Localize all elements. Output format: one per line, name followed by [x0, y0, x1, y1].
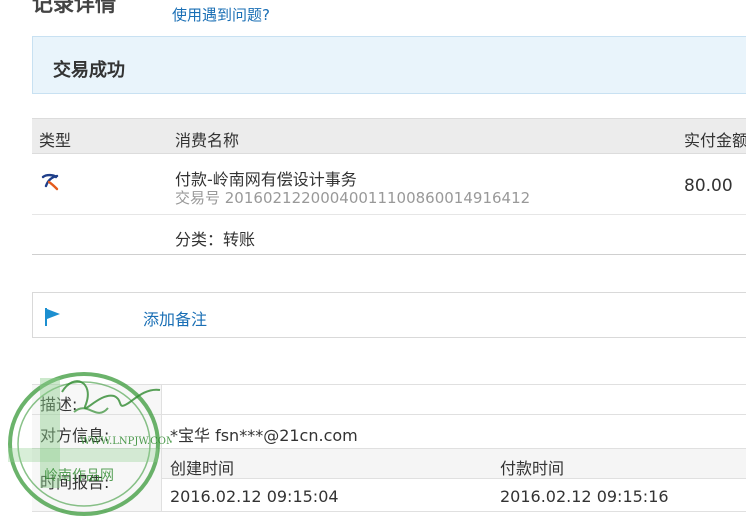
column-amount: 实付金额 — [684, 131, 746, 150]
time-label: 时间报告: — [40, 473, 110, 492]
status-banner: 交易成功 — [32, 36, 746, 94]
column-name: 消费名称 — [175, 131, 240, 150]
created-time-value: 2016.02.12 09:15:04 — [170, 487, 339, 506]
flag-icon — [43, 306, 63, 328]
column-type: 类型 — [39, 131, 72, 150]
created-time-label: 创建时间 — [170, 459, 235, 478]
time-row: 时间报告: 创建时间 付款时间 2016.02.12 09:15:04 2016… — [32, 449, 746, 512]
info-table: 描述: 对方信息: *宝华 fsn***@21cn.com 时间报告: 创建时间… — [32, 384, 746, 512]
time-header — [162, 449, 746, 479]
category-label: 分类：转账 — [175, 230, 256, 249]
paid-amount: 80.00 — [684, 176, 733, 196]
counterparty-row: 对方信息: *宝华 fsn***@21cn.com — [32, 415, 746, 449]
description-row: 描述: — [32, 384, 746, 415]
paid-time-value: 2016.02.12 09:15:16 — [500, 487, 669, 506]
remark-bar[interactable]: 添加备注 — [32, 292, 746, 338]
help-link[interactable]: 使用遇到问题? — [172, 4, 270, 25]
description-label: 描述: — [40, 395, 78, 414]
counterparty-value: *宝华 fsn***@21cn.com — [170, 426, 358, 445]
status-text: 交易成功 — [53, 60, 125, 81]
paid-time-label: 付款时间 — [500, 459, 565, 478]
add-remark-link[interactable]: 添加备注 — [143, 306, 207, 330]
table-header: 类型 消费名称 实付金额 — [32, 118, 746, 154]
page-title: 记录详情 — [32, 0, 116, 16]
table-row: 付款-岭南网有偿设计事务 交易号 20160212200040011100860… — [32, 154, 746, 215]
category-row: 分类：转账 — [32, 215, 746, 255]
counterparty-label: 对方信息: — [40, 426, 110, 445]
alipay-transfer-icon — [40, 172, 60, 192]
trade-number: 交易号 2016021220004001110086001491​6412 — [175, 189, 531, 207]
